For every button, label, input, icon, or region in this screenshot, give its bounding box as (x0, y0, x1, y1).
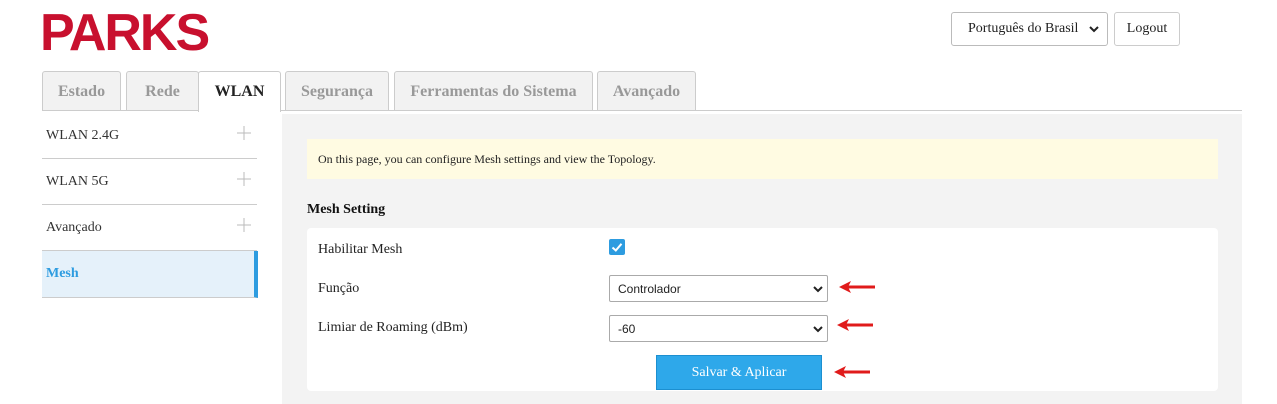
tab-ferramentas-do-sistema[interactable]: Ferramentas do Sistema (394, 71, 593, 111)
plus-icon (237, 126, 251, 140)
save-apply-button[interactable]: Salvar & Aplicar (656, 355, 822, 390)
sidebar-item-label: Mesh (46, 266, 79, 281)
mesh-settings-card: Habilitar Mesh Função Controlador Limiar… (307, 228, 1218, 391)
sidebar-item-avancado[interactable]: Avançado (42, 206, 257, 251)
save-apply-label: Salvar & Aplicar (691, 364, 787, 380)
logout-label: Logout (1126, 21, 1168, 36)
info-notice: On this page, you can configure Mesh set… (307, 139, 1218, 179)
roaming-threshold-select[interactable]: -60 (609, 315, 828, 342)
sidebar-item-label: Avançado (46, 220, 102, 235)
plus-icon (237, 172, 251, 186)
tab-avancado[interactable]: Avançado (597, 71, 696, 111)
main-panel: On this page, you can configure Mesh set… (282, 114, 1242, 404)
logout-button[interactable]: Logout (1114, 12, 1180, 46)
notice-text: On this page, you can configure Mesh set… (318, 151, 656, 166)
enable-mesh-label: Habilitar Mesh (318, 242, 403, 257)
section-title: Mesh Setting (307, 202, 386, 217)
roaming-threshold-value: -60 (618, 321, 636, 336)
sidebar-item-wlan-2-4g[interactable]: WLAN 2.4G (42, 114, 257, 159)
chevron-down-icon (813, 326, 823, 333)
sidebar-item-label: WLAN 2.4G (46, 128, 120, 143)
red-arrow-icon (839, 281, 875, 293)
role-label: Função (318, 281, 360, 296)
tab-seguranca[interactable]: Segurança (285, 71, 389, 111)
parks-logo: PARKS (40, 8, 210, 54)
check-icon (611, 243, 623, 252)
red-arrow-icon (834, 366, 870, 378)
chevron-down-icon (1089, 26, 1099, 33)
language-select[interactable]: Português do Brasil (951, 12, 1108, 46)
tab-estado[interactable]: Estado (42, 71, 121, 111)
role-select[interactable]: Controlador (609, 275, 828, 302)
tab-rede[interactable]: Rede (126, 71, 199, 111)
sidebar-item-label: WLAN 5G (46, 174, 109, 189)
sidebar-item-mesh[interactable]: Mesh (42, 251, 258, 298)
tab-wlan[interactable]: WLAN (198, 71, 281, 112)
enable-mesh-checkbox[interactable] (609, 239, 625, 255)
red-arrow-icon (837, 319, 873, 331)
language-select-value: Português do Brasil (968, 21, 1079, 36)
roaming-threshold-label: Limiar de Roaming (dBm) (318, 320, 468, 335)
role-select-value: Controlador (618, 281, 681, 296)
svg-text:PARKS: PARKS (40, 8, 208, 54)
chevron-down-icon (813, 286, 823, 293)
plus-icon (237, 218, 251, 232)
sidebar-item-wlan-5g[interactable]: WLAN 5G (42, 160, 257, 205)
